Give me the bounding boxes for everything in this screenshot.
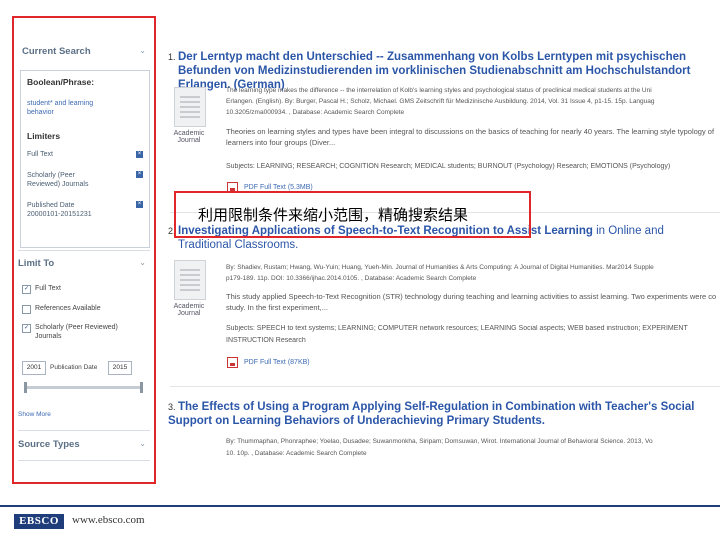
- full-text-checkbox[interactable]: ✓: [22, 285, 31, 294]
- source-types-heading[interactable]: Source Types: [18, 439, 80, 450]
- result-meta: By: Shadiev, Rustam; Hwang, Wu-Yuin; Hua…: [226, 264, 654, 271]
- footer-url[interactable]: www.ebsco.com: [72, 514, 145, 526]
- result-abstract: learners into four groups (Diver...: [226, 138, 336, 147]
- result-abstract: This study applied Speech-to-Text Recogn…: [226, 292, 717, 301]
- scholarly-label: Scholarly (Peer Reviewed) Journals: [35, 324, 118, 340]
- year-from-input[interactable]: 2001: [22, 361, 46, 375]
- slider-handle-right[interactable]: [140, 382, 143, 393]
- publication-type-label: Academic Journal: [173, 303, 205, 317]
- document-icon: [174, 260, 206, 300]
- result-number: 1.: [168, 52, 176, 62]
- limiters-label: Limiters: [27, 131, 61, 141]
- chevron-down-icon[interactable]: ⌄: [139, 258, 146, 267]
- result-subjects: INSTRUCTION Research: [226, 337, 306, 344]
- result-abstract: Theories on learning styles and types ha…: [226, 127, 715, 136]
- full-text-label: Full Text: [35, 285, 61, 292]
- divider: [18, 430, 150, 431]
- publication-date-label: Publication Date: [50, 364, 98, 371]
- references-available-label: References Available: [35, 305, 101, 312]
- annotation-text: 利用限制条件来缩小范围，精确搜索结果: [198, 206, 469, 224]
- show-more-link[interactable]: Show More: [18, 411, 51, 418]
- result-meta: By: Thummaphan, Phonraphee; Yoelao, Dusa…: [226, 438, 653, 445]
- limiter-full-text: Full Text: [27, 151, 53, 158]
- boolean-phrase-label: Boolean/Phrase:: [27, 77, 95, 87]
- divider: [18, 460, 150, 461]
- references-available-checkbox[interactable]: [22, 305, 31, 314]
- year-to-input[interactable]: 2015: [108, 361, 132, 375]
- date-range-slider[interactable]: [24, 386, 142, 389]
- remove-limiter-icon[interactable]: ×: [136, 201, 143, 208]
- current-search-heading[interactable]: Current Search: [22, 46, 91, 57]
- result-title[interactable]: The Effects of Using a Program Applying …: [168, 400, 718, 428]
- divider: [18, 250, 150, 251]
- remove-limiter-icon[interactable]: ×: [136, 151, 143, 158]
- scholarly-checkbox[interactable]: ✓: [22, 324, 31, 333]
- result-subjects: Subjects: SPEECH to text systems; LEARNI…: [226, 325, 688, 332]
- document-icon: [174, 87, 206, 127]
- facet-sidebar: Current Search ⌄ Boolean/Phrase: student…: [12, 16, 156, 484]
- result-meta: 10.3205/zma000934. , Database: Academic …: [226, 109, 405, 116]
- slider-handle-left[interactable]: [24, 382, 27, 393]
- publication-type-label: Academic Journal: [173, 130, 205, 144]
- result-meta: p179-189. 11p. DOI: 10.3366/ijhac.2014.0…: [226, 275, 477, 282]
- chevron-down-icon[interactable]: ⌄: [139, 439, 146, 448]
- result-meta: Erlangen. (English). By: Burger, Pascal …: [226, 98, 655, 105]
- pdf-icon: [227, 357, 238, 368]
- divider: [170, 386, 720, 387]
- result-meta: 10. 10p. , Database: Academic Search Com…: [226, 450, 367, 457]
- pdf-full-text-link[interactable]: PDF Full Text (5.3MB): [244, 184, 313, 191]
- result-meta: The learning type makes the difference -…: [226, 87, 652, 94]
- footer-rule: [0, 505, 720, 507]
- pdf-full-text-link[interactable]: PDF Full Text (87KB): [244, 359, 310, 366]
- limiter-scholarly: Scholarly (Peer Reviewed) Journals: [27, 172, 89, 188]
- result-abstract: study. In the first experiment,...: [226, 303, 328, 312]
- limit-to-heading[interactable]: Limit To: [18, 258, 54, 269]
- boolean-phrase-value[interactable]: student* and learning behavior: [27, 99, 109, 117]
- remove-limiter-icon[interactable]: ×: [136, 171, 143, 178]
- ebsco-logo: EBSCO: [14, 514, 64, 529]
- limiter-published-date: Published Date 20000101-20151231: [27, 202, 92, 218]
- current-search-box: Boolean/Phrase: student* and learning be…: [20, 70, 150, 248]
- chevron-down-icon[interactable]: ⌄: [139, 46, 146, 55]
- result-subjects: Subjects: LEARNING; RESEARCH; COGNITION …: [226, 163, 671, 170]
